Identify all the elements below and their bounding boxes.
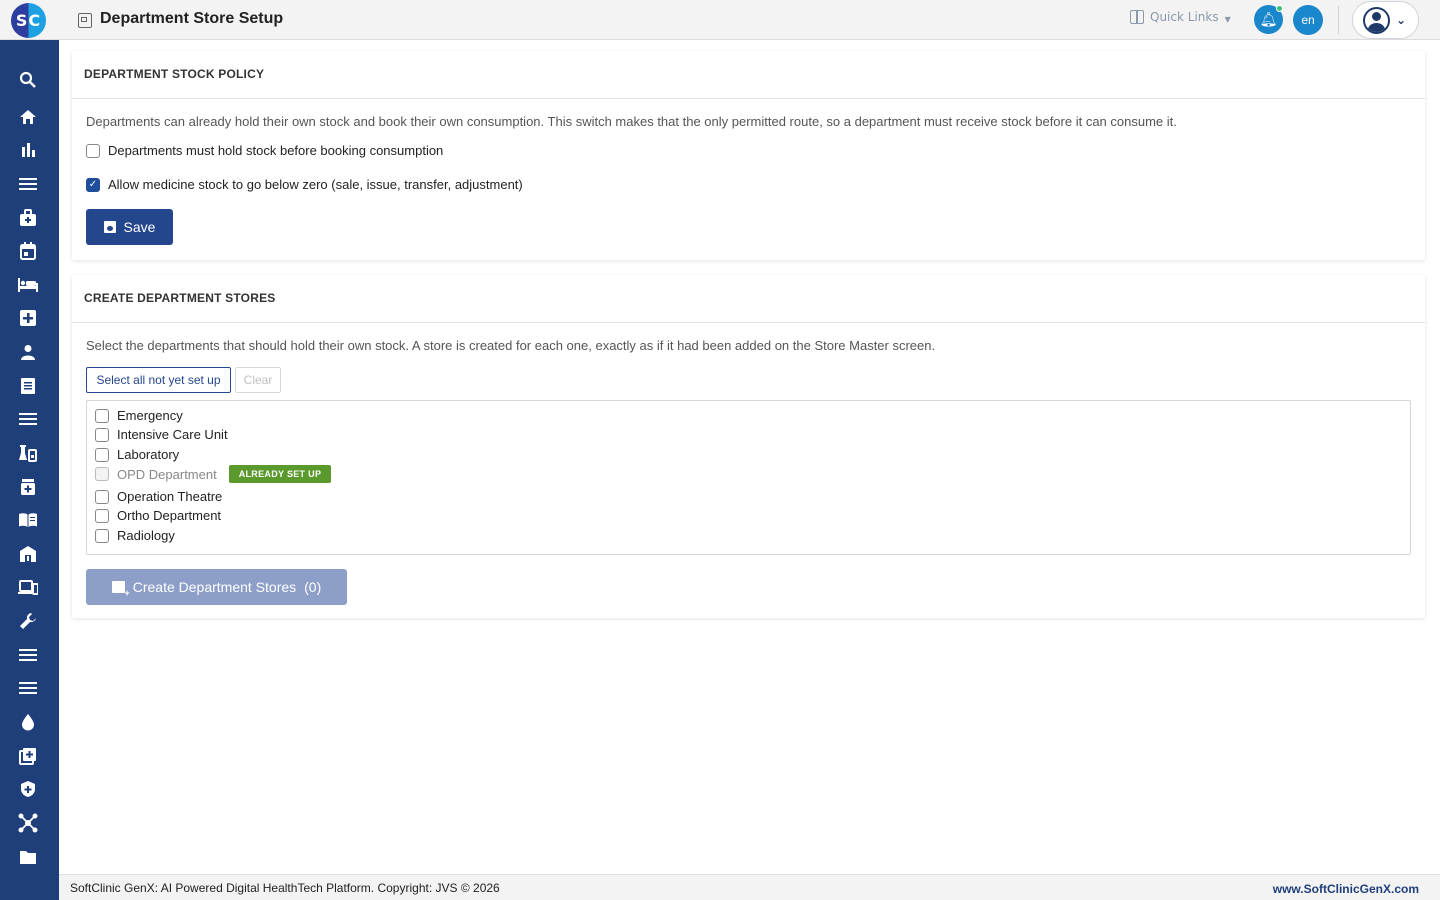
department-list: Emergency Intensive Care Unit Laboratory… (86, 400, 1411, 555)
search-icon[interactable] (17, 69, 39, 91)
home-icon[interactable] (17, 106, 39, 128)
medical-bag-icon[interactable] (17, 207, 39, 229)
list-icon[interactable] (17, 408, 39, 430)
department-label: Radiology (117, 528, 175, 543)
department-checkbox[interactable] (95, 508, 109, 523)
create-stores-header: CREATE DEPARTMENT STORES (72, 275, 1425, 323)
department-item[interactable]: Ortho Department (95, 508, 221, 523)
department-label: Intensive Care Unit (117, 427, 228, 442)
document-icon[interactable] (17, 375, 39, 397)
stock-policy-description: Departments can already hold their own s… (86, 114, 1177, 129)
select-all-not-set-up-button[interactable]: Select all not yet set up (86, 367, 231, 393)
blood-drop-icon[interactable] (17, 711, 39, 733)
department-checkbox[interactable] (95, 408, 109, 423)
allow-negative-stock-option[interactable]: ✓ Allow medicine stock to go below zero … (86, 177, 523, 192)
department-checkbox[interactable] (95, 447, 109, 462)
page-icon (78, 13, 92, 28)
menu-icon[interactable] (17, 173, 39, 195)
gift-icon (1130, 10, 1144, 24)
department-item[interactable]: Emergency (95, 408, 183, 423)
footer: SoftClinic GenX: AI Powered Digital Heal… (59, 874, 1440, 900)
notification-status-dot (1276, 5, 1283, 12)
department-label: Ortho Department (117, 508, 222, 523)
create-button-count: (0) (304, 579, 322, 595)
chart-icon[interactable] (17, 139, 39, 161)
quick-links-menu[interactable]: Quick Links ▼ (1130, 10, 1231, 24)
save-icon (103, 221, 116, 233)
department-label: Emergency (117, 408, 183, 423)
department-label: OPD Department (117, 466, 217, 482)
book-icon[interactable] (17, 509, 39, 531)
folder-icon[interactable] (17, 846, 39, 868)
user-icon[interactable] (17, 341, 39, 363)
language-button[interactable]: en (1293, 5, 1323, 35)
user-avatar-icon (1363, 6, 1390, 34)
footer-copyright: SoftClinic GenX: AI Powered Digital Heal… (70, 881, 500, 895)
department-label: Laboratory (117, 447, 180, 462)
footer-website-link[interactable]: www.SoftClinicGenX.com (1273, 882, 1419, 896)
department-item[interactable]: Laboratory (95, 447, 179, 462)
create-department-stores-button[interactable]: Create Department Stores (0) (86, 569, 347, 605)
wrench-icon[interactable] (17, 610, 39, 632)
user-menu-button[interactable]: ⌄ (1352, 1, 1419, 39)
department-item[interactable]: Radiology (95, 528, 175, 543)
department-checkbox[interactable] (95, 427, 109, 442)
header-divider (1338, 6, 1339, 34)
department-checkbox (95, 467, 109, 481)
medical-plus-icon[interactable] (17, 307, 39, 329)
app-logo[interactable]: SC (11, 3, 46, 38)
must-hold-stock-checkbox[interactable] (86, 143, 100, 158)
building-icon[interactable] (17, 543, 39, 565)
list-icon[interactable] (17, 677, 39, 699)
calendar-icon[interactable] (17, 240, 39, 262)
quick-links-label: Quick Links (1150, 10, 1219, 24)
save-button[interactable]: Save (86, 209, 173, 245)
network-icon[interactable] (17, 812, 39, 834)
lab-icon[interactable] (17, 442, 39, 464)
must-hold-stock-option[interactable]: Departments must hold stock before booki… (86, 143, 443, 158)
devices-icon[interactable] (17, 577, 39, 599)
create-button-label: Create Department Stores (132, 579, 297, 595)
department-checkbox[interactable] (95, 489, 109, 504)
chevron-down-icon: ⌄ (1396, 13, 1407, 27)
department-label: Operation Theatre (117, 489, 223, 504)
pharmacy-icon[interactable] (17, 476, 39, 498)
add-store-icon (111, 581, 130, 598)
stock-policy-card: DEPARTMENT STOCK POLICY Departments can … (72, 51, 1425, 260)
department-checkbox[interactable] (95, 528, 109, 543)
already-set-up-badge: ALREADY SET UP (228, 465, 332, 483)
allow-negative-stock-label: Allow medicine stock to go below zero (s… (108, 177, 523, 192)
bed-icon[interactable] (17, 274, 39, 296)
create-stores-description: Select the departments that should hold … (86, 338, 936, 353)
must-hold-stock-label: Departments must hold stock before booki… (108, 143, 444, 158)
caret-down-icon: ▼ (1224, 14, 1231, 24)
page-title: Department Store Setup (100, 10, 284, 27)
allow-negative-stock-checkbox[interactable]: ✓ (86, 177, 100, 192)
bell-icon: 🔔︎ (1259, 11, 1278, 28)
add-box-icon[interactable] (17, 745, 39, 767)
top-bar: SC Department Store Setup Quick Links ▼ … (0, 0, 1440, 40)
stock-policy-header: DEPARTMENT STOCK POLICY (72, 51, 1425, 99)
list-icon[interactable] (17, 644, 39, 666)
create-stores-card: CREATE DEPARTMENT STORES Select the depa… (72, 275, 1425, 618)
department-item[interactable]: Intensive Care Unit (95, 427, 228, 442)
department-item[interactable]: Operation Theatre (95, 489, 222, 504)
shield-icon[interactable] (17, 778, 39, 800)
sidebar (0, 40, 59, 900)
department-item: OPD Department ALREADY SET UP (95, 465, 332, 483)
clear-button[interactable]: Clear (235, 367, 281, 393)
save-button-label: Save (123, 219, 156, 235)
